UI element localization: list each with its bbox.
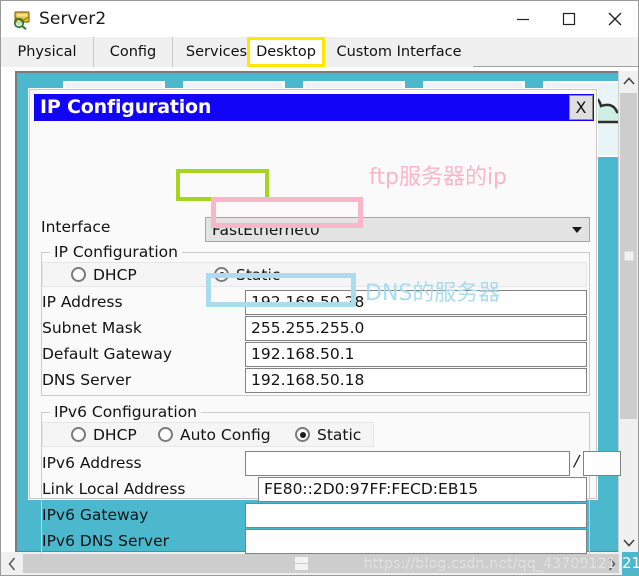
ipv6-static-label: Static <box>317 426 362 444</box>
ipv6-prefix-separator: / <box>574 452 580 470</box>
chevron-down-icon <box>572 227 582 233</box>
ipv4-dhcp-label: DHCP <box>93 266 137 284</box>
minimize-button[interactable] <box>500 1 546 36</box>
interface-selected-value: FastEthernet0 <box>212 221 320 239</box>
ipv6-address-label: IPv6 Address <box>42 454 142 472</box>
default-gateway-field[interactable]: 192.168.50.1 <box>245 342 587 367</box>
link-local-address-label: Link Local Address <box>42 480 186 498</box>
tab-desktop[interactable]: Desktop <box>247 37 325 67</box>
scroll-thumb-grip <box>624 251 633 261</box>
tab-strip: Physical Config Services Desktop Custom … <box>1 37 638 67</box>
maximize-button[interactable] <box>546 1 592 36</box>
default-gateway-label: Default Gateway <box>42 345 173 363</box>
ipv6-mode-row: DHCP Auto Config Static <box>42 422 374 447</box>
ipv4-mode-row: DHCP Static <box>42 262 587 287</box>
ipv6-auto-config-label: Auto Config <box>180 426 271 444</box>
ipv6-static-radio[interactable] <box>295 427 310 442</box>
dns-server-field[interactable]: 192.168.50.18 <box>245 368 587 393</box>
window-title: Server2 <box>39 9 107 29</box>
tab-physical[interactable]: Physical <box>1 37 94 67</box>
vertical-scroll-thumb[interactable] <box>620 93 637 419</box>
tab-custom-interface[interactable]: Custom Interface <box>325 37 473 67</box>
annotation-ftp-server-ip: ftp服务器的ip <box>369 165 508 190</box>
ipv6-address-field[interactable] <box>245 451 570 476</box>
ip-address-label: IP Address <box>42 293 123 311</box>
link-local-address-field[interactable]: FE80::2D0:97FF:FECD:EB15 <box>258 477 587 502</box>
ipv6-auto-config-radio[interactable] <box>158 427 173 442</box>
server-properties-window: Server2 Physical Config Services Desktop… <box>0 0 639 576</box>
subnet-mask-field[interactable]: 255.255.255.0 <box>245 316 587 341</box>
annotation-dns-server: DNS的服务器 <box>365 281 501 306</box>
ipv6-gateway-label: IPv6 Gateway <box>42 506 149 524</box>
ipv4-dhcp-radio[interactable] <box>71 267 86 282</box>
ipv4-group-title: IP Configuration <box>50 243 182 261</box>
ipv6-prefix-field[interactable] <box>583 451 621 476</box>
ipv6-gateway-field[interactable] <box>245 503 587 528</box>
ipv6-dns-server-field[interactable] <box>245 529 587 554</box>
vertical-scrollbar[interactable] <box>618 71 638 553</box>
corner-badge: 21 <box>622 552 639 575</box>
dialog-title: IP Configuration <box>40 96 212 118</box>
dialog-close-button[interactable]: X <box>569 95 593 120</box>
scroll-up-icon[interactable] <box>619 71 639 91</box>
window-titlebar: Server2 <box>1 1 638 37</box>
subnet-mask-label: Subnet Mask <box>42 319 142 337</box>
ipv6-dhcp-radio[interactable] <box>71 427 86 442</box>
dialog-titlebar: IP Configuration X <box>34 94 594 121</box>
ip-configuration-dialog: IP Configuration X Interface FastEtherne… <box>29 89 621 564</box>
close-window-button[interactable] <box>592 1 638 36</box>
ipv4-static-label: Static <box>236 266 281 284</box>
scroll-down-icon[interactable] <box>619 533 639 553</box>
dns-server-label: DNS Server <box>42 371 132 389</box>
interface-label: Interface <box>41 218 111 236</box>
server-device-icon <box>12 9 33 30</box>
ipv6-dhcp-label: DHCP <box>93 426 137 444</box>
ipv4-static-radio[interactable] <box>214 267 229 282</box>
scroll-left-icon[interactable] <box>1 552 22 575</box>
ipv6-group-title: IPv6 Configuration <box>50 403 201 421</box>
ipv6-dns-server-label: IPv6 DNS Server <box>42 532 170 550</box>
tab-config[interactable]: Config <box>94 37 173 67</box>
interface-dropdown[interactable]: FastEthernet0 <box>205 217 590 242</box>
